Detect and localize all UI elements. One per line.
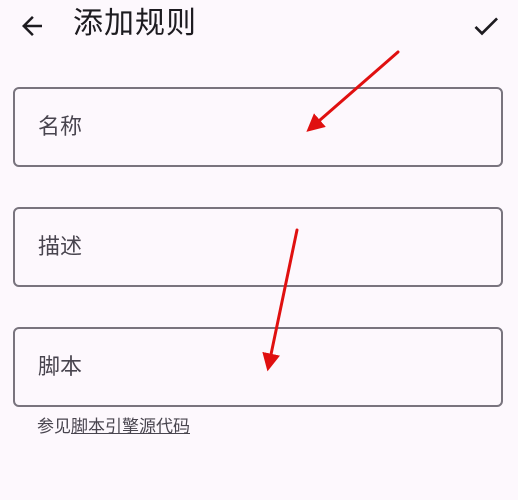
script-engine-source-link[interactable]: 脚本引擎源代码	[71, 417, 190, 437]
check-icon	[474, 17, 498, 36]
description-input[interactable]	[15, 209, 501, 285]
top-app-bar: 添加规则	[0, 0, 518, 52]
helper-prefix: 参见	[37, 417, 71, 437]
page-title: 添加规则	[73, 6, 197, 41]
description-field[interactable]	[13, 207, 503, 287]
arrow-back-icon	[22, 16, 42, 36]
script-input[interactable]	[15, 329, 501, 405]
name-input[interactable]	[15, 89, 501, 165]
name-field[interactable]	[13, 87, 503, 167]
back-button[interactable]	[12, 6, 52, 46]
script-field[interactable]	[13, 327, 503, 407]
confirm-button[interactable]	[466, 6, 506, 46]
script-helper-text: 参见脚本引擎源代码	[37, 415, 190, 439]
